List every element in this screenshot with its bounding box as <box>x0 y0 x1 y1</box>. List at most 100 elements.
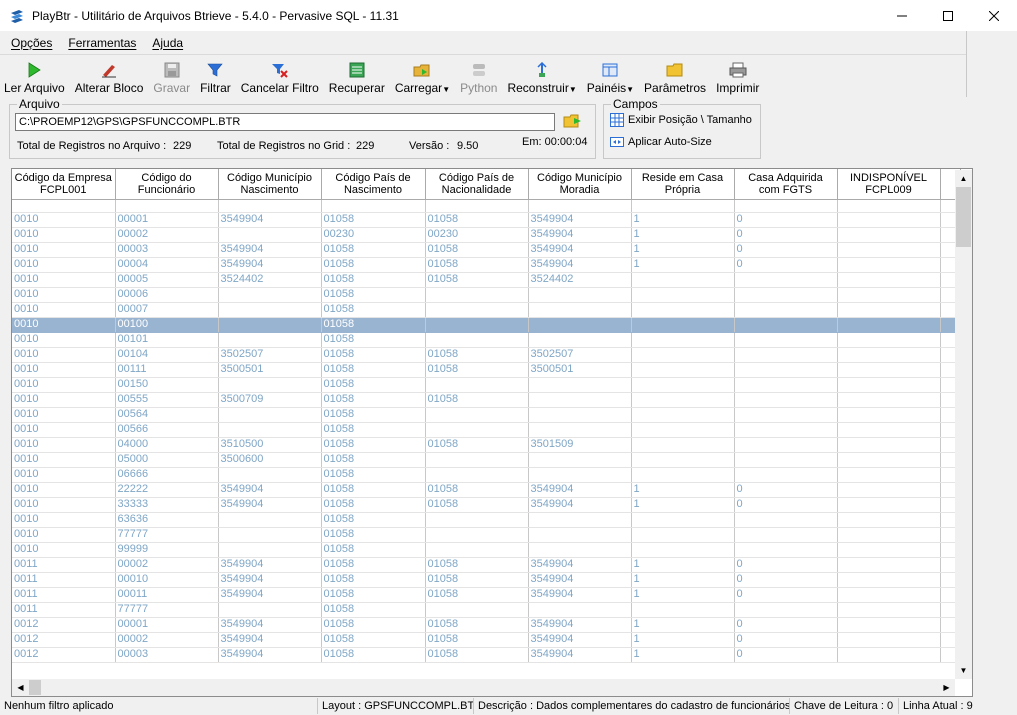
table-row[interactable]: 0010 00003 3549904 01058 01058 3549904 1 0 <box>12 242 961 258</box>
table-cell[interactable] <box>528 332 632 348</box>
cancelar-filtro-button[interactable]: Cancelar Filtro <box>241 56 319 95</box>
table-cell[interactable] <box>837 317 941 333</box>
table-cell[interactable] <box>837 602 941 618</box>
table-cell[interactable]: 77777 <box>115 602 219 618</box>
table-cell[interactable]: 77777 <box>115 527 219 543</box>
table-cell[interactable] <box>631 332 735 348</box>
table-cell[interactable] <box>631 272 735 288</box>
table-cell[interactable]: 3549904 <box>528 647 632 663</box>
filtrar-button[interactable]: Filtrar <box>200 56 231 95</box>
table-cell[interactable]: 01058 <box>321 482 426 498</box>
table-cell[interactable]: 3524402 <box>528 272 632 288</box>
table-cell[interactable] <box>837 407 941 423</box>
table-cell[interactable] <box>837 557 941 573</box>
column-header[interactable]: Código País de Nascimento <box>321 169 426 200</box>
menu-ajuda[interactable]: Ajuda <box>152 36 183 50</box>
table-cell[interactable] <box>734 362 838 378</box>
table-cell[interactable] <box>837 572 941 588</box>
table-cell[interactable]: 1 <box>631 482 735 498</box>
table-cell[interactable]: 3524402 <box>218 272 322 288</box>
table-cell[interactable] <box>425 467 529 483</box>
table-cell[interactable] <box>631 362 735 378</box>
table-cell[interactable]: 0 <box>734 632 838 648</box>
table-cell[interactable]: 0010 <box>12 482 116 498</box>
table-cell[interactable] <box>837 362 941 378</box>
table-cell[interactable]: 1 <box>631 257 735 273</box>
table-cell[interactable]: 0011 <box>12 557 116 573</box>
table-cell[interactable] <box>631 317 735 333</box>
reconstruir-button[interactable]: Reconstruir▼ <box>507 56 577 95</box>
table-cell[interactable] <box>837 242 941 258</box>
table-cell[interactable]: 0010 <box>12 407 116 423</box>
table-cell[interactable]: 01058 <box>321 392 426 408</box>
table-row[interactable]: 0010 00005 3524402 01058 01058 3524402 <box>12 272 961 288</box>
table-cell[interactable] <box>734 407 838 423</box>
table-cell[interactable]: 3549904 <box>218 242 322 258</box>
table-row[interactable]: 0010 99999 01058 <box>12 542 961 558</box>
table-row[interactable]: 0010 33333 3549904 01058 01058 3549904 1 0 <box>12 497 961 513</box>
table-cell[interactable]: 1 <box>631 242 735 258</box>
table-cell[interactable]: 0 <box>734 257 838 273</box>
table-cell[interactable]: 3502507 <box>218 347 322 363</box>
scroll-right-icon[interactable]: ▶ <box>938 679 955 696</box>
table-cell[interactable] <box>734 542 838 558</box>
table-cell[interactable] <box>218 527 322 543</box>
table-cell[interactable]: 01058 <box>425 617 529 633</box>
table-cell[interactable]: 99999 <box>115 542 219 558</box>
table-cell[interactable] <box>734 347 838 363</box>
table-cell[interactable] <box>631 467 735 483</box>
maximize-button[interactable] <box>925 0 971 31</box>
table-cell[interactable]: 3549904 <box>218 587 322 603</box>
table-cell[interactable] <box>837 422 941 438</box>
table-cell[interactable] <box>837 227 941 243</box>
table-row[interactable]: 0010 00564 01058 <box>12 407 961 423</box>
table-cell[interactable] <box>734 302 838 318</box>
table-cell[interactable] <box>425 377 529 393</box>
column-header[interactable]: INDISPONÍVEL FCPL009 <box>837 169 941 200</box>
table-cell[interactable]: 1 <box>631 497 735 513</box>
table-cell[interactable]: 1 <box>631 212 735 228</box>
table-cell[interactable]: 0010 <box>12 422 116 438</box>
table-cell[interactable] <box>734 332 838 348</box>
table-cell[interactable] <box>528 512 632 528</box>
table-cell[interactable]: 01058 <box>321 632 426 648</box>
table-cell[interactable]: 01058 <box>321 542 426 558</box>
file-path-input[interactable] <box>15 113 555 131</box>
table-cell[interactable] <box>528 287 632 303</box>
table-cell[interactable]: 0 <box>734 587 838 603</box>
table-cell[interactable]: 00564 <box>115 407 219 423</box>
table-cell[interactable]: 01058 <box>425 557 529 573</box>
open-folder-button[interactable] <box>562 110 584 132</box>
table-cell[interactable]: 01058 <box>321 512 426 528</box>
close-button[interactable] <box>971 0 1017 31</box>
table-cell[interactable] <box>837 482 941 498</box>
table-cell[interactable] <box>734 527 838 543</box>
table-row[interactable]: 0010 22222 3549904 01058 01058 3549904 1 0 <box>12 482 961 498</box>
table-cell[interactable]: 01058 <box>321 272 426 288</box>
table-cell[interactable]: 00007 <box>115 302 219 318</box>
table-cell[interactable]: 01058 <box>321 242 426 258</box>
table-cell[interactable]: 0010 <box>12 212 116 228</box>
table-cell[interactable] <box>218 542 322 558</box>
table-cell[interactable]: 1 <box>631 572 735 588</box>
column-header[interactable]: Código País de Nacionalidade <box>425 169 529 200</box>
table-cell[interactable] <box>218 602 322 618</box>
table-cell[interactable]: 00005 <box>115 272 219 288</box>
table-cell[interactable] <box>734 452 838 468</box>
table-cell[interactable] <box>425 602 529 618</box>
horizontal-scrollbar[interactable]: ◀ ▶ <box>12 679 955 696</box>
table-cell[interactable]: 01058 <box>321 452 426 468</box>
table-row[interactable]: 0010 00104 3502507 01058 01058 3502507 <box>12 347 961 363</box>
scroll-down-icon[interactable]: ▼ <box>955 662 972 679</box>
table-cell[interactable]: 3549904 <box>218 557 322 573</box>
table-cell[interactable]: 1 <box>631 227 735 243</box>
table-cell[interactable] <box>631 287 735 303</box>
table-cell[interactable]: 3549904 <box>218 257 322 273</box>
table-cell[interactable]: 01058 <box>321 587 426 603</box>
table-cell[interactable]: 00001 <box>115 212 219 228</box>
table-cell[interactable]: 00006 <box>115 287 219 303</box>
table-cell[interactable]: 0010 <box>12 437 116 453</box>
table-cell[interactable] <box>837 632 941 648</box>
table-cell[interactable]: 00003 <box>115 647 219 663</box>
table-row[interactable]: 0011 00002 3549904 01058 01058 3549904 1 0 <box>12 557 961 573</box>
